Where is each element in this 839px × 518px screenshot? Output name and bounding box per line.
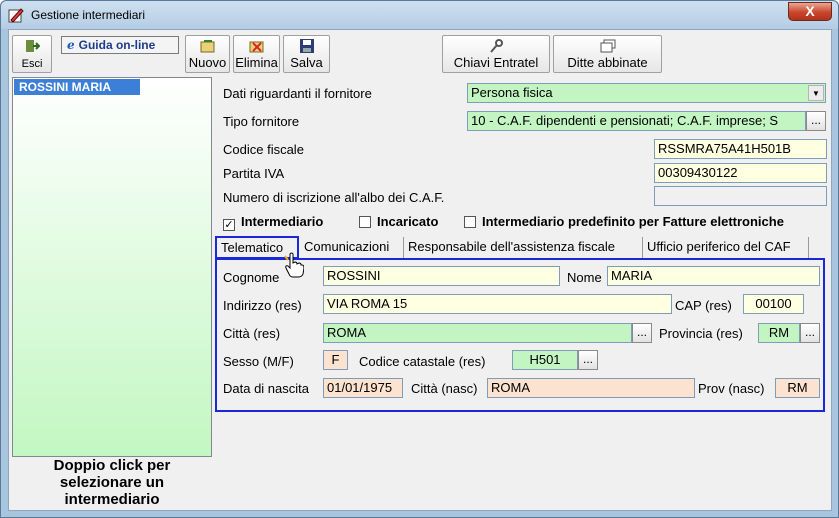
sesso-label: Sesso (M/F) xyxy=(223,354,294,369)
cap-field[interactable]: 00100 xyxy=(743,294,804,314)
key-icon xyxy=(490,39,503,53)
chevron-down-icon[interactable]: ▼ xyxy=(808,85,824,101)
check-icon: ✓ xyxy=(223,219,235,231)
chiavi-entratel-button[interactable]: Chiavi Entratel xyxy=(442,35,550,73)
albo-field[interactable] xyxy=(654,186,827,206)
nome-field[interactable]: MARIA xyxy=(607,266,820,286)
save-icon xyxy=(299,39,314,53)
tipo-label: Tipo fornitore xyxy=(223,114,300,129)
cf-label: Codice fiscale xyxy=(223,142,304,157)
predefinito-checkbox[interactable]: Intermediario predefinito per Fatture el… xyxy=(464,214,784,229)
tab-ufficio[interactable]: Ufficio periferico del CAF xyxy=(643,237,809,258)
guida-label: Guida on-line xyxy=(78,38,156,52)
elimina-label: Elimina xyxy=(235,55,278,70)
elimina-button[interactable]: Elimina xyxy=(233,35,280,73)
window-title: Gestione intermediari xyxy=(31,8,146,22)
prov-nasc-label: Prov (nasc) xyxy=(698,381,765,396)
ditte-label: Ditte abbinate xyxy=(567,55,648,70)
salva-button[interactable]: Salva xyxy=(283,35,330,73)
intermediario-checkbox[interactable]: ✓ Intermediario xyxy=(223,214,323,231)
citta-nasc-label: Città (nasc) xyxy=(411,381,478,396)
app-icon xyxy=(8,8,24,23)
nascita-field[interactable]: 01/01/1975 xyxy=(323,378,403,398)
indirizzo-label: Indirizzo (res) xyxy=(223,298,302,313)
guida-online-button[interactable]: e Guida on-line xyxy=(61,36,179,54)
salva-label: Salva xyxy=(290,55,323,70)
client-area: Esci e Guida on-line Nuovo Elimina Salva … xyxy=(8,29,832,511)
tab-responsabile[interactable]: Responsabile dell'assistenza fiscale xyxy=(404,237,643,258)
citta-res-label: Città (res) xyxy=(223,326,281,341)
provincia-lookup-button[interactable]: ... xyxy=(800,323,820,343)
albo-label: Numero di iscrizione all'albo dei C.A.F. xyxy=(223,190,445,205)
nascita-label: Data di nascita xyxy=(223,381,309,396)
piva-label: Partita IVA xyxy=(223,166,285,181)
tab-comunicazioni[interactable]: Comunicazioni xyxy=(300,237,404,258)
intermediari-list[interactable]: ROSSINI MARIA xyxy=(12,77,212,457)
catastale-lookup-button[interactable]: ... xyxy=(578,350,598,370)
prov-nasc-field[interactable]: RM xyxy=(775,378,820,398)
piva-field[interactable]: 00309430122 xyxy=(654,163,827,183)
incaricato-label: Incaricato xyxy=(377,214,439,229)
exit-icon xyxy=(26,40,40,52)
incaricato-checkbox[interactable]: Incaricato xyxy=(359,214,438,229)
provincia-label: Provincia (res) xyxy=(659,326,743,341)
sesso-field[interactable]: F xyxy=(323,350,348,370)
catastale-field[interactable]: H501 xyxy=(512,350,578,370)
ditte-abbinate-button[interactable]: Ditte abbinate xyxy=(553,35,662,73)
app-window: Gestione intermediari X Esci e Guida on-l… xyxy=(0,0,839,518)
hand-cursor-icon xyxy=(284,252,304,278)
tipo-lookup-button[interactable]: ... xyxy=(806,111,826,131)
tipo-field[interactable]: 10 - C.A.F. dipendenti e pensionati; C.A… xyxy=(467,111,806,131)
nome-label: Nome xyxy=(567,270,602,285)
title-bar: Gestione intermediari X xyxy=(1,1,838,29)
cognome-label: Cognome xyxy=(223,270,280,285)
indirizzo-field[interactable]: VIA ROMA 15 xyxy=(323,294,672,314)
dati-label: Dati riguardanti il fornitore xyxy=(223,86,372,101)
predefinito-label: Intermediario predefinito per Fatture el… xyxy=(482,214,784,229)
citta-res-lookup-button[interactable]: ... xyxy=(632,323,652,343)
nuovo-label: Nuovo xyxy=(188,55,227,70)
catastale-label: Codice catastale (res) xyxy=(359,354,486,369)
checkbox-box xyxy=(464,216,476,228)
delete-icon xyxy=(249,41,263,53)
telematico-panel: Cognome ROSSINI Nome MARIA Indirizzo (re… xyxy=(215,258,825,412)
close-button[interactable]: X xyxy=(788,2,832,21)
ie-icon: e xyxy=(67,38,75,52)
list-item[interactable]: ROSSINI MARIA xyxy=(14,79,140,95)
esci-button[interactable]: Esci xyxy=(12,35,52,73)
esci-label: Esci xyxy=(21,58,43,70)
list-hint: Doppio click per selezionare un intermed… xyxy=(12,457,212,509)
provincia-field[interactable]: RM xyxy=(758,323,800,343)
intermediario-label: Intermediario xyxy=(241,214,324,229)
citta-nasc-field[interactable]: ROMA xyxy=(487,378,695,398)
new-icon xyxy=(200,40,214,53)
dati-select[interactable]: Persona fisica ▼ xyxy=(467,83,826,103)
chiavi-label: Chiavi Entratel xyxy=(453,55,539,70)
nuovo-button[interactable]: Nuovo xyxy=(185,35,230,73)
cap-label: CAP (res) xyxy=(675,298,732,313)
dati-value: Persona fisica xyxy=(471,85,553,100)
citta-res-field[interactable]: ROMA xyxy=(323,323,632,343)
cognome-field[interactable]: ROSSINI xyxy=(323,266,560,286)
checkbox-box xyxy=(359,216,371,228)
cf-field[interactable]: RSSMRA75A41H501B xyxy=(654,139,827,159)
windows-icon xyxy=(600,39,615,53)
